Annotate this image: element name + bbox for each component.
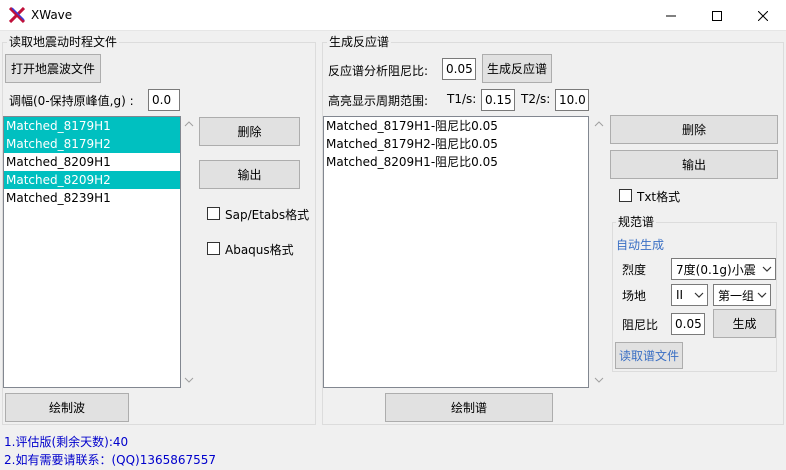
plot-spectrum-button[interactable]: 绘制谱 [385, 393, 553, 422]
wave-list-item[interactable]: Matched_8209H2 [4, 171, 180, 189]
wave-list-item[interactable]: Matched_8239H1 [4, 189, 180, 207]
window-title: XWave [31, 8, 73, 22]
scroll-down-icon[interactable] [184, 375, 194, 385]
scroll-up-icon[interactable] [594, 119, 604, 129]
minimize-icon [666, 15, 676, 16]
close-icon [758, 10, 768, 21]
damping-input[interactable]: 0.05 [442, 58, 476, 80]
site-select-value: II [676, 288, 684, 302]
auto-generate-label: 自动生成 [616, 238, 665, 252]
maximize-button[interactable] [694, 0, 740, 31]
design-group-select-value: 第一组 [718, 288, 755, 303]
design-group-select[interactable]: 第一组 [713, 284, 771, 306]
txt-format-checkbox[interactable] [619, 189, 632, 202]
status-trial-text: 1.评估版(剩余天数):40 [4, 435, 129, 449]
generate-code-spectrum-button[interactable]: 生成 [713, 309, 776, 338]
delete-wave-button[interactable]: 删除 [199, 117, 300, 146]
open-wave-file-button[interactable]: 打开地震波文件 [5, 54, 101, 83]
title-bar: XWave [0, 0, 786, 31]
wave-listbox[interactable]: Matched_8179H1 Matched_8179H2 Matched_82… [3, 116, 181, 388]
code-spectrum-group-title: 规范谱 [616, 215, 657, 229]
wave-list-item[interactable]: Matched_8179H2 [4, 135, 180, 153]
read-spectrum-file-button[interactable]: 读取谱文件 [615, 342, 683, 369]
app-logo-icon [9, 7, 25, 23]
generate-spectrum-button[interactable]: 生成反应谱 [482, 54, 552, 83]
scroll-up-icon[interactable] [184, 119, 194, 129]
code-damping-input[interactable]: 0.05 [671, 313, 705, 335]
t1-label: T1/s: [447, 92, 477, 106]
site-select[interactable]: II [671, 284, 708, 306]
t2-label: T2/s: [521, 92, 551, 106]
spectrum-list-item[interactable]: Matched_8209H1-阻尼比0.05 [324, 153, 588, 171]
scroll-down-icon[interactable] [594, 375, 604, 385]
period-range-label: 高亮显示周期范围: [328, 94, 429, 108]
sap-etabs-label: Sap/Etabs格式 [225, 208, 310, 222]
spectrum-group-title: 生成反应谱 [327, 35, 392, 49]
intensity-select-value: 7度(0.1g)小震 [676, 262, 756, 277]
spectrum-list-item[interactable]: Matched_8179H1-阻尼比0.05 [324, 117, 588, 135]
abaqus-label: Abaqus格式 [225, 243, 294, 257]
damping-label: 反应谱分析阻尼比: [328, 64, 429, 78]
status-contact-text: 2.如有需要请联系：(QQ)1365867557 [4, 453, 217, 467]
wave-list-item[interactable]: Matched_8179H1 [4, 117, 180, 135]
export-spectrum-button[interactable]: 输出 [610, 150, 778, 179]
delete-spectrum-button[interactable]: 删除 [610, 115, 778, 144]
close-button[interactable] [740, 0, 786, 31]
export-wave-button[interactable]: 输出 [199, 160, 300, 189]
intensity-select[interactable]: 7度(0.1g)小震 [671, 258, 776, 280]
abaqus-checkbox[interactable] [207, 242, 220, 255]
minimize-button[interactable] [648, 0, 694, 31]
site-label: 场地 [622, 289, 647, 303]
intensity-label: 烈度 [622, 263, 647, 277]
sap-etabs-checkbox[interactable] [207, 207, 220, 220]
chevron-down-icon [694, 292, 704, 298]
txt-format-label: Txt格式 [637, 190, 681, 204]
chevron-down-icon [762, 266, 772, 272]
spectrum-listbox[interactable]: Matched_8179H1-阻尼比0.05 Matched_8179H2-阻尼… [323, 116, 589, 388]
chevron-down-icon [757, 292, 767, 298]
code-damping-label: 阻尼比 [622, 318, 659, 332]
t2-input[interactable]: 10.0 [555, 89, 589, 111]
spectrum-list-item[interactable]: Matched_8179H2-阻尼比0.05 [324, 135, 588, 153]
wave-list-item[interactable]: Matched_8209H1 [4, 153, 180, 171]
t1-input[interactable]: 0.15 [481, 89, 515, 111]
amplitude-label: 调幅(0-保持原峰值,g) : [9, 94, 134, 108]
amplitude-input[interactable]: 0.0 [148, 89, 180, 111]
plot-wave-button[interactable]: 绘制波 [5, 393, 129, 422]
maximize-icon [712, 10, 722, 21]
read-wave-group-title: 读取地震动时程文件 [7, 35, 120, 49]
